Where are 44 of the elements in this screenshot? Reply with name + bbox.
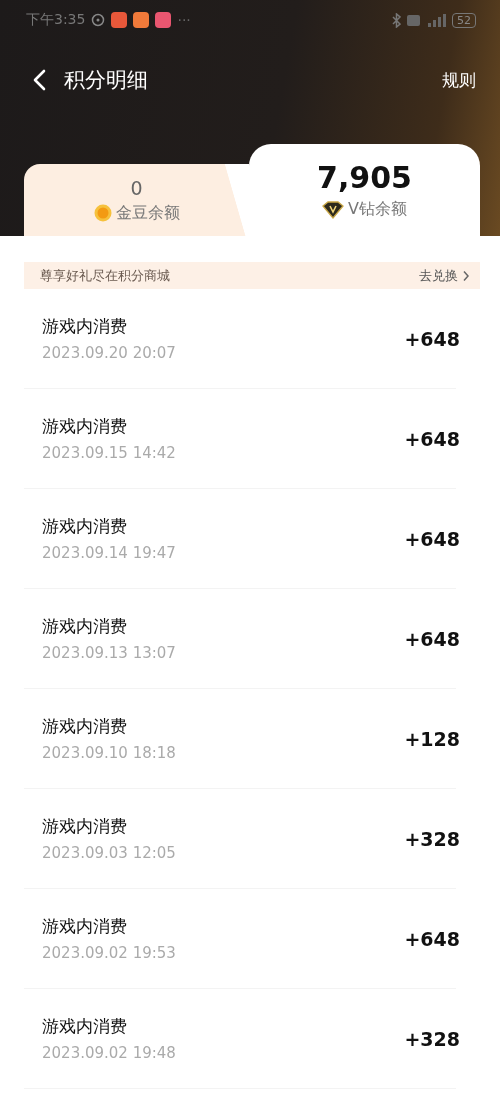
app-icon xyxy=(155,12,172,28)
record-time: 2023.09.03 12:05 xyxy=(42,844,177,862)
record-title: 游戏内消费 xyxy=(42,415,128,438)
record-amount: +648 xyxy=(404,927,460,950)
record-time: 2023.09.10 18:18 xyxy=(42,744,177,762)
record-title: 游戏内消费 xyxy=(42,1015,128,1038)
status-time: 下午3:35 xyxy=(26,11,86,29)
record-time: 2023.09.13 13:07 xyxy=(42,644,177,662)
record-amount: +648 xyxy=(404,327,460,350)
record-title: 游戏内消费 xyxy=(42,515,128,538)
record-time: 2023.09.20 20:07 xyxy=(42,344,177,362)
record-amount: +128 xyxy=(404,727,460,750)
alarm-icon xyxy=(91,13,106,27)
rules-link[interactable]: 规则 xyxy=(442,68,476,92)
record-time: 2023.09.14 19:47 xyxy=(42,544,177,562)
coin-icon xyxy=(93,204,112,222)
chevron-icon xyxy=(462,269,470,282)
app-icon xyxy=(111,12,128,28)
promo-banner[interactable]: 尊享好礼尽在积分商城 去兑换 xyxy=(24,262,480,289)
balance-tab[interactable]: 7,905 V钻余额 xyxy=(249,144,480,236)
page-title: 积分明细 xyxy=(64,67,148,94)
app-icon xyxy=(133,12,150,28)
record-amount: +648 xyxy=(404,627,460,650)
more-notifications: ··· xyxy=(177,12,191,28)
promo-text: 尊享好礼尽在积分商城 xyxy=(40,266,170,285)
battery-indicator: 52 xyxy=(452,12,476,28)
record-title: 游戏内消费 xyxy=(42,915,128,938)
record-title: 游戏内消费 xyxy=(42,615,128,638)
bluetooth-icon xyxy=(392,12,401,28)
record-amount: +648 xyxy=(404,527,460,550)
signal-icon xyxy=(426,13,446,27)
back-icon[interactable] xyxy=(32,69,46,91)
record-title: 游戏内消费 xyxy=(42,715,128,738)
record-amount: +328 xyxy=(404,1027,460,1050)
balance-tab[interactable]: 0 金豆余额 xyxy=(24,164,249,236)
record-title: 游戏内消费 xyxy=(42,815,128,838)
record-title: 游戏内消费 xyxy=(42,315,128,338)
record-amount: +328 xyxy=(404,827,460,850)
redeem-link[interactable]: 去兑换 xyxy=(419,266,458,285)
record-time: 2023.09.02 19:48 xyxy=(42,1044,177,1062)
record-amount: +648 xyxy=(404,427,460,450)
record-time: 2023.09.15 14:42 xyxy=(42,444,177,462)
diamond-icon xyxy=(322,200,344,219)
record-time: 2023.09.02 19:53 xyxy=(42,944,177,962)
